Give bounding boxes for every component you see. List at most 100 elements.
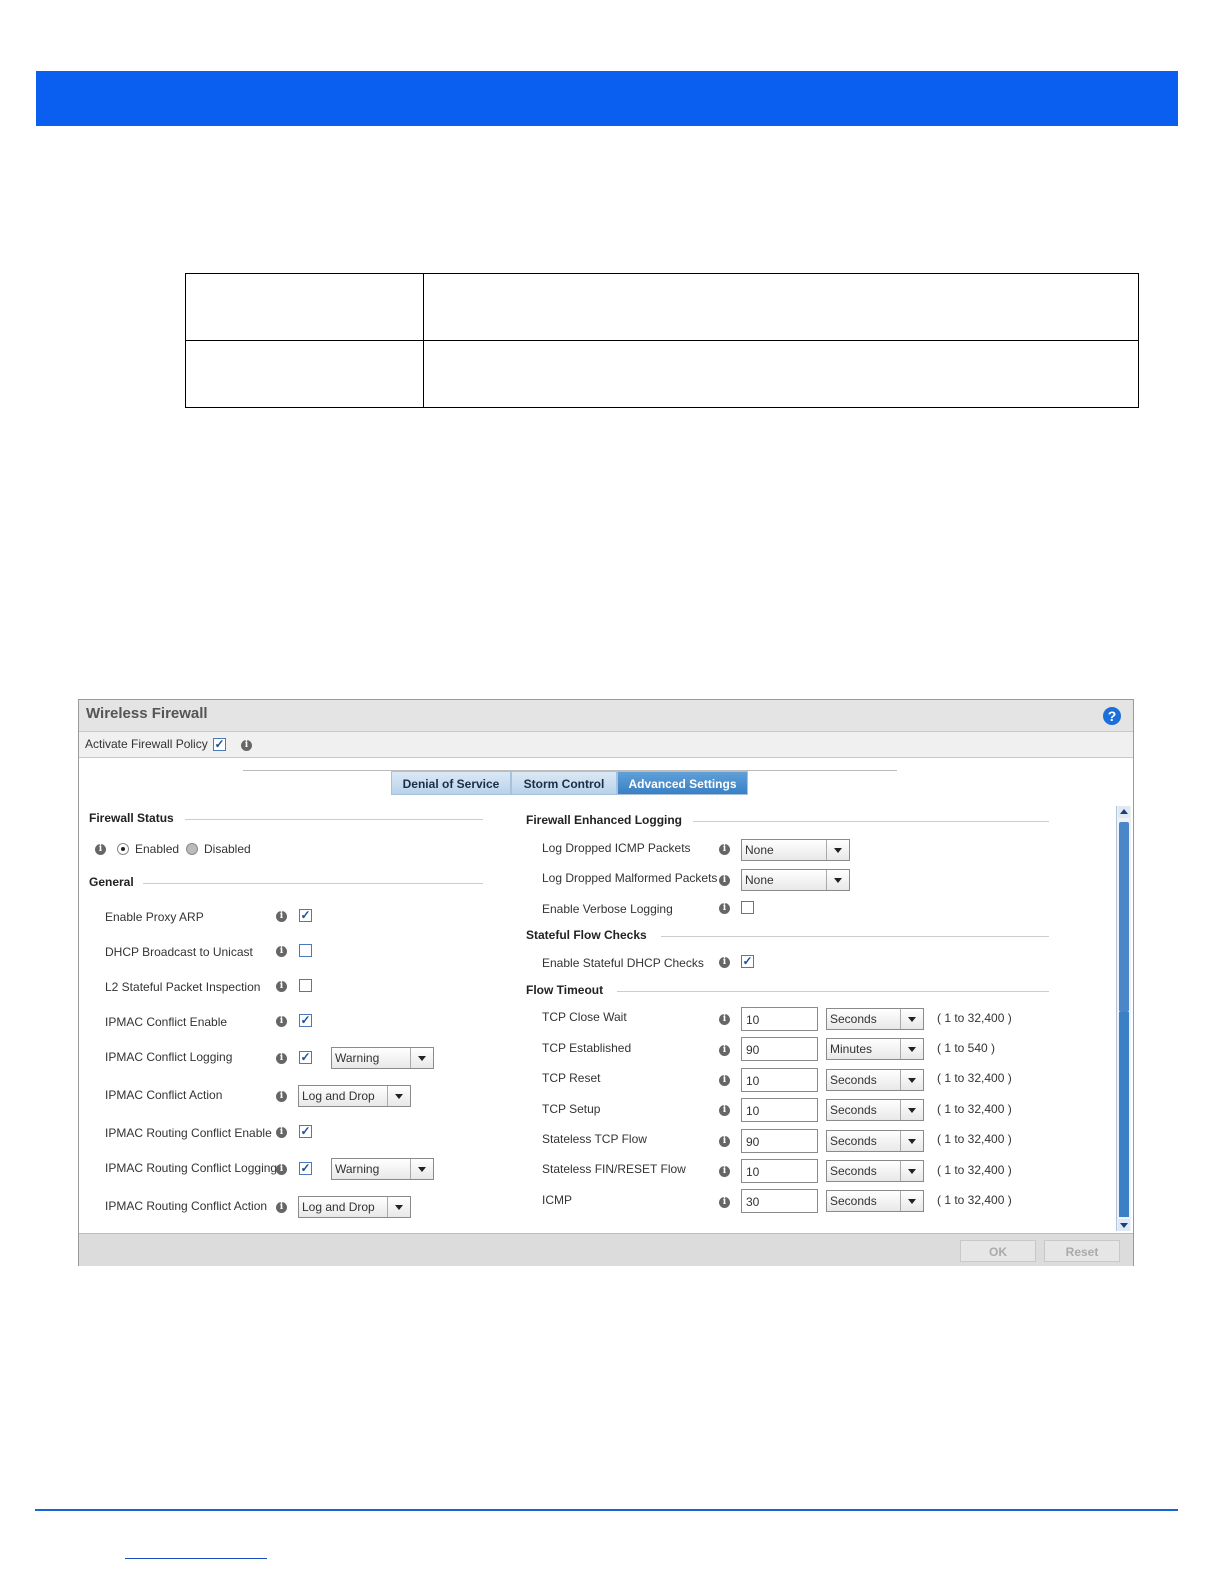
ipmac-routing-conflict-enable-checkbox[interactable]: ✓ — [299, 1125, 312, 1138]
timeout-unit-select[interactable]: Minutes — [826, 1038, 924, 1060]
log-malformed-select[interactable]: None — [741, 869, 850, 891]
enable-proxy-arp-checkbox[interactable]: ✓ — [299, 909, 312, 922]
general-row-label: IPMAC Conflict Enable — [105, 1015, 228, 1029]
timeout-value-input[interactable]: 90 — [741, 1129, 818, 1153]
timeout-label: TCP Setup — [542, 1102, 601, 1116]
scroll-up-icon[interactable] — [1118, 806, 1130, 818]
scroll-track[interactable] — [1119, 1012, 1129, 1217]
timeout-label: Stateless TCP Flow — [542, 1132, 647, 1146]
info-icon[interactable]: i — [276, 1053, 287, 1064]
footer-link-underline[interactable] — [125, 1558, 267, 1559]
document-table — [185, 273, 1139, 408]
ipmac-conflict-logging-checkbox[interactable]: ✓ — [299, 1051, 312, 1064]
timeout-unit-select[interactable]: Seconds — [826, 1190, 924, 1212]
enabled-radio[interactable] — [117, 843, 129, 855]
timeout-unit-select[interactable]: Seconds — [826, 1099, 924, 1121]
stateful-flow-checks-title: Stateful Flow Checks — [526, 928, 647, 942]
timeout-range: ( 1 to 32,400 ) — [937, 1193, 1012, 1207]
info-icon[interactable]: i — [95, 844, 106, 855]
timeout-value-input[interactable]: 10 — [741, 1159, 818, 1183]
select-value: Log and Drop — [302, 1089, 375, 1103]
info-icon[interactable]: i — [276, 1127, 287, 1138]
select-value: None — [745, 843, 774, 857]
tab-denial-of-service[interactable]: Denial of Service — [391, 771, 511, 795]
info-icon[interactable]: i — [276, 1016, 287, 1027]
chevron-down-icon — [900, 1131, 923, 1151]
disabled-radio[interactable] — [186, 843, 198, 855]
timeout-unit-select[interactable]: Seconds — [826, 1160, 924, 1182]
reset-button[interactable]: Reset — [1044, 1240, 1120, 1262]
chevron-down-icon — [900, 1100, 923, 1120]
enabled-label: Enabled — [135, 842, 180, 856]
info-icon[interactable]: i — [719, 875, 730, 886]
info-icon[interactable]: i — [719, 1197, 730, 1208]
verbose-logging-label: Enable Verbose Logging — [542, 902, 673, 916]
timeout-unit-select[interactable]: Seconds — [826, 1069, 924, 1091]
ok-button[interactable]: OK — [960, 1240, 1036, 1262]
dhcp-broadcast-checkbox[interactable] — [299, 944, 312, 957]
timeout-label: TCP Established — [542, 1041, 632, 1055]
info-icon[interactable]: i — [276, 911, 287, 922]
scroll-thumb[interactable] — [1119, 822, 1129, 1012]
timeout-range: ( 1 to 32,400 ) — [937, 1163, 1012, 1177]
info-icon[interactable]: i — [241, 740, 252, 751]
info-icon[interactable]: i — [719, 1105, 730, 1116]
stateful-dhcp-checkbox[interactable]: ✓ — [741, 955, 754, 968]
ipmac-routing-conflict-action-select[interactable]: Log and Drop — [298, 1196, 411, 1218]
info-icon[interactable]: i — [719, 1045, 730, 1056]
general-row-label: Enable Proxy ARP — [105, 910, 204, 924]
general-row-label: IPMAC Conflict Action — [105, 1088, 223, 1102]
activate-row: Activate Firewall Policy ✓ i — [79, 732, 1133, 758]
ipmac-conflict-logging-select[interactable]: Warning — [331, 1047, 434, 1069]
info-icon[interactable]: i — [719, 1014, 730, 1025]
timeout-value-input[interactable]: 30 — [741, 1189, 818, 1213]
dhcp-checks-label: Enable Stateful DHCP Checks — [542, 956, 704, 970]
tab-advanced-settings[interactable]: Advanced Settings — [617, 771, 748, 795]
timeout-value-input[interactable]: 10 — [741, 1068, 818, 1092]
timeout-range: ( 1 to 32,400 ) — [937, 1071, 1012, 1085]
timeout-unit-select[interactable]: Seconds — [826, 1130, 924, 1152]
timeout-value-input[interactable]: 10 — [741, 1098, 818, 1122]
timeout-value-input[interactable]: 90 — [741, 1037, 818, 1061]
help-icon[interactable]: ? — [1103, 707, 1121, 725]
info-icon[interactable]: i — [276, 1202, 287, 1213]
timeout-unit-select[interactable]: Seconds — [826, 1008, 924, 1030]
info-icon[interactable]: i — [719, 844, 730, 855]
section-divider — [661, 936, 1049, 937]
header-banner — [36, 71, 1178, 126]
info-icon[interactable]: i — [276, 946, 287, 957]
verbose-logging-checkbox[interactable] — [741, 901, 754, 914]
table-row — [185, 273, 1139, 341]
general-title: General — [89, 875, 134, 889]
ipmac-routing-conflict-logging-select[interactable]: Warning — [331, 1158, 434, 1180]
chevron-down-icon — [900, 1191, 923, 1211]
panel-title: Wireless Firewall — [86, 705, 208, 722]
info-icon[interactable]: i — [276, 1091, 287, 1102]
l2-stateful-checkbox[interactable] — [299, 979, 312, 992]
tab-storm-control[interactable]: Storm Control — [511, 771, 617, 795]
vertical-scrollbar[interactable] — [1116, 806, 1131, 1231]
ipmac-conflict-enable-checkbox[interactable]: ✓ — [299, 1014, 312, 1027]
timeout-range: ( 1 to 32,400 ) — [937, 1132, 1012, 1146]
general-row-label: DHCP Broadcast to Unicast — [105, 945, 253, 959]
info-icon[interactable]: i — [719, 1166, 730, 1177]
disabled-label: Disabled — [204, 842, 251, 856]
info-icon[interactable]: i — [276, 1164, 287, 1175]
info-icon[interactable]: i — [276, 981, 287, 992]
activate-checkbox[interactable]: ✓ — [213, 738, 226, 751]
general-row-label: L2 Stateful Packet Inspection — [105, 980, 261, 994]
panel-footer: OK Reset — [79, 1233, 1133, 1266]
info-icon[interactable]: i — [719, 1075, 730, 1086]
ipmac-routing-conflict-logging-checkbox[interactable]: ✓ — [299, 1162, 312, 1175]
log-icmp-select[interactable]: None — [741, 839, 850, 861]
ipmac-conflict-action-select[interactable]: Log and Drop — [298, 1085, 411, 1107]
info-icon[interactable]: i — [719, 903, 730, 914]
scroll-down-icon[interactable] — [1118, 1219, 1130, 1231]
info-icon[interactable]: i — [719, 1136, 730, 1147]
chevron-down-icon — [900, 1009, 923, 1029]
panel-title-bar: Wireless Firewall ? — [79, 700, 1133, 732]
info-icon[interactable]: i — [719, 957, 730, 968]
timeout-value-input[interactable]: 10 — [741, 1007, 818, 1031]
section-divider — [693, 821, 1049, 822]
timeout-label: TCP Reset — [542, 1071, 601, 1085]
